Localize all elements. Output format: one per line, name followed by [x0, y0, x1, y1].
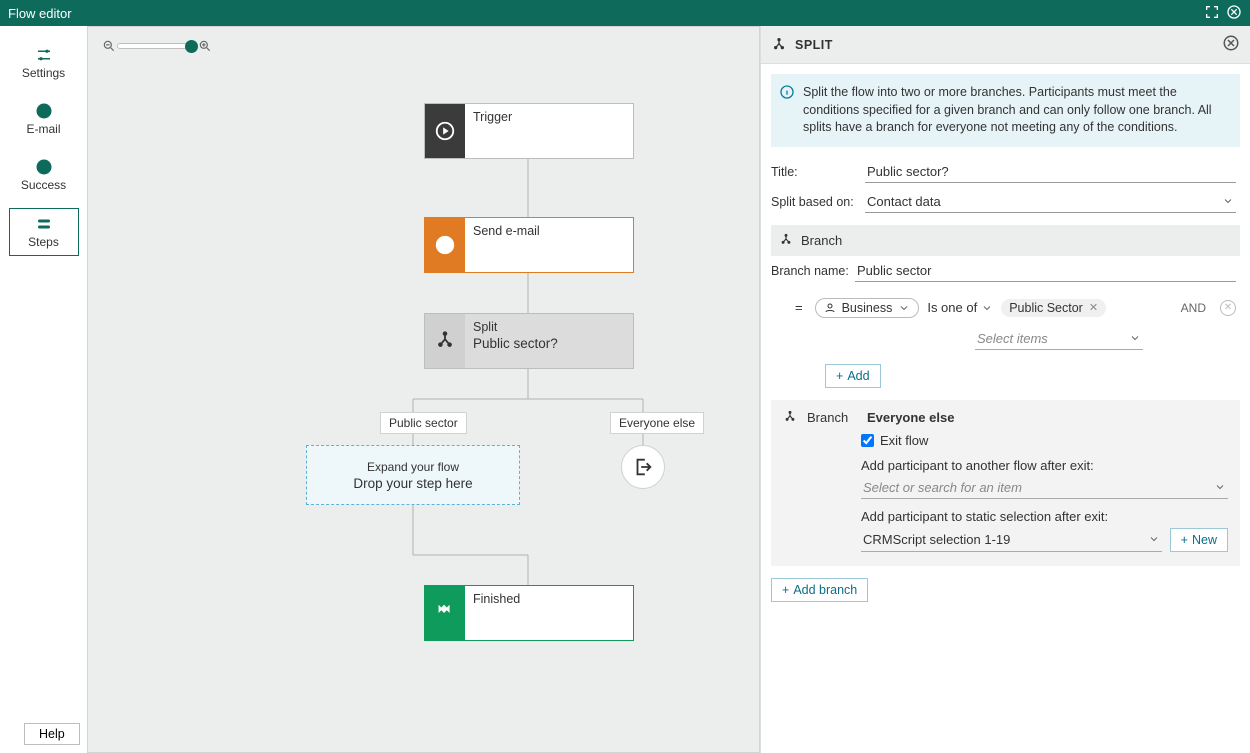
at-icon: [425, 218, 465, 272]
branch-label-left[interactable]: Public sector: [380, 412, 467, 434]
remove-criteria-icon[interactable]: ✕: [1220, 300, 1236, 316]
business-select[interactable]: Business: [815, 298, 920, 318]
split-icon: [779, 233, 793, 247]
contact-icon: [824, 302, 836, 314]
add-flow-label: Add participant to another flow after ex…: [861, 458, 1228, 473]
exit-icon: [632, 456, 654, 478]
drop-zone[interactable]: Expand your flow Drop your step here: [306, 445, 520, 505]
branch-name-input[interactable]: Public sector: [855, 260, 1236, 282]
and-label: AND: [1181, 301, 1206, 315]
nav-steps[interactable]: Steps: [9, 208, 79, 256]
nav-success[interactable]: Success: [9, 152, 79, 198]
split-icon: [783, 410, 797, 424]
branch-else-title: Everyone else: [867, 410, 954, 425]
split-based-label: Split based on:: [771, 195, 861, 209]
zoom-control[interactable]: [102, 39, 212, 53]
panel-title: SPLIT: [795, 38, 833, 52]
add-selection-select[interactable]: CRMScript selection 1-19: [861, 528, 1162, 552]
branch-label-right[interactable]: Everyone else: [610, 412, 704, 434]
flag-icon: [425, 586, 465, 640]
split-icon: [425, 314, 465, 368]
title-actions: [1204, 4, 1242, 23]
exit-node[interactable]: [621, 445, 665, 489]
zoom-in-icon[interactable]: [198, 39, 212, 53]
title-bar: Flow editor: [0, 0, 1250, 26]
panel-header: SPLIT: [761, 26, 1250, 64]
title-input[interactable]: Public sector?: [865, 161, 1236, 183]
new-selection-button[interactable]: +New: [1170, 528, 1228, 552]
exit-flow-checkbox[interactable]: Exit flow: [861, 433, 1228, 448]
branch-name-label: Branch name:: [771, 264, 851, 278]
zoom-slider[interactable]: [117, 43, 197, 49]
node-split[interactable]: Split Public sector?: [424, 313, 634, 369]
node-finished[interactable]: Finished: [424, 585, 634, 641]
chevron-down-icon: [1222, 195, 1234, 207]
side-nav: Settings E-mail Success Steps Help: [0, 26, 87, 753]
properties-panel: SPLIT Split the flow into two or more br…: [760, 26, 1250, 753]
zoom-out-icon[interactable]: [102, 39, 116, 53]
help-button[interactable]: Help: [24, 723, 80, 745]
info-box: Split the flow into two or more branches…: [771, 74, 1240, 147]
add-flow-select[interactable]: Select or search for an item: [861, 477, 1228, 499]
add-criteria-button[interactable]: +Add: [825, 364, 881, 388]
branch-section: Branch: [771, 225, 1240, 256]
chevron-down-icon: [898, 302, 910, 314]
chevron-down-icon: [981, 302, 993, 314]
play-icon: [425, 104, 465, 158]
window-title: Flow editor: [8, 6, 72, 21]
title-label: Title:: [771, 165, 861, 179]
select-items[interactable]: Select items: [975, 328, 1143, 350]
add-branch-button[interactable]: +Add branch: [771, 578, 868, 602]
expand-icon[interactable]: [1204, 4, 1220, 23]
split-based-select[interactable]: Contact data: [865, 191, 1236, 213]
flow-canvas[interactable]: Trigger Send e-mail Split Public sector?…: [87, 26, 760, 753]
split-icon: [771, 37, 787, 53]
nav-email[interactable]: E-mail: [9, 96, 79, 142]
chevron-down-icon: [1214, 481, 1226, 493]
nav-settings[interactable]: Settings: [9, 40, 79, 86]
value-tag[interactable]: Public Sector ✕: [1001, 299, 1106, 317]
branch-else: Branch Everyone else Exit flow Add parti…: [771, 400, 1240, 566]
close-icon[interactable]: [1226, 4, 1242, 23]
equals-label: =: [795, 300, 803, 315]
chevron-down-icon: [1148, 533, 1160, 545]
operator-select[interactable]: Is one of: [927, 300, 993, 315]
add-selection-label: Add participant to static selection afte…: [861, 509, 1228, 524]
node-send-email[interactable]: Send e-mail: [424, 217, 634, 273]
panel-close-icon[interactable]: [1222, 34, 1240, 55]
node-trigger[interactable]: Trigger: [424, 103, 634, 159]
info-icon: [779, 84, 795, 100]
chevron-down-icon: [1129, 332, 1141, 344]
remove-tag-icon[interactable]: ✕: [1089, 301, 1098, 314]
